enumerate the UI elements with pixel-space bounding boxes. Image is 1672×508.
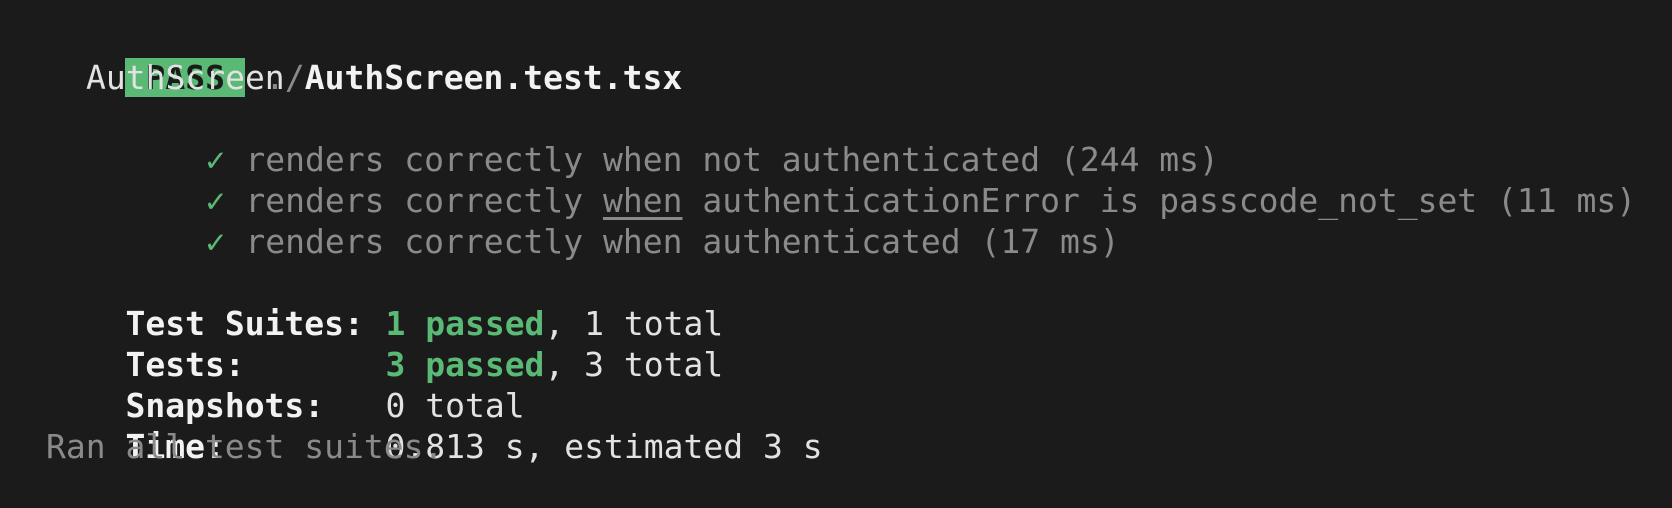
check-icon: ✓ (205, 181, 226, 220)
test-duration: (11 ms) (1497, 181, 1637, 220)
summary-label: Test Suites: (125, 304, 364, 343)
summary-label: Tests: (125, 345, 245, 384)
summary-value: 0 total (385, 386, 525, 425)
run-footer: Ran all test suites. (46, 427, 444, 466)
test-duration: (244 ms) (1059, 140, 1219, 179)
test-title: renders correctly (245, 222, 603, 261)
check-icon: ✓ (205, 222, 226, 261)
test-title-keyword: when (602, 140, 683, 179)
test-title-rest: authenticated (682, 222, 961, 261)
terminal-output[interactable]: PASS ./AuthScreen.test.tsx AuthScreen ✓ re… (0, 0, 1672, 468)
test-title: renders correctly (245, 181, 603, 220)
summary-passed-count: 1 passed (385, 304, 545, 343)
test-title-keyword: when (602, 181, 683, 220)
test-file-name: AuthScreen.test.tsx (304, 58, 683, 97)
test-title: renders correctly (245, 140, 603, 179)
test-title-rest: not authenticated (682, 140, 1041, 179)
test-title-keyword: when (602, 222, 683, 261)
summary-total: , 3 total (544, 345, 724, 384)
summary-test-suites: Test Suites: 1 passed, 1 total (46, 262, 1672, 343)
test-duration: (17 ms) (980, 222, 1120, 261)
summary-passed-count: 3 passed (385, 345, 545, 384)
summary-value: 0.813 s, estimated 3 s (385, 427, 823, 466)
test-title-rest: authenticationError is passcode_not_set (682, 181, 1478, 220)
test-file-header: PASS ./AuthScreen.test.tsx (46, 16, 1672, 97)
summary-total: , 1 total (544, 304, 724, 343)
test-result-row: ✓ renders correctly when not authenticate… (46, 98, 1672, 179)
check-icon: ✓ (205, 140, 226, 179)
summary-label: Snapshots: (125, 386, 325, 425)
